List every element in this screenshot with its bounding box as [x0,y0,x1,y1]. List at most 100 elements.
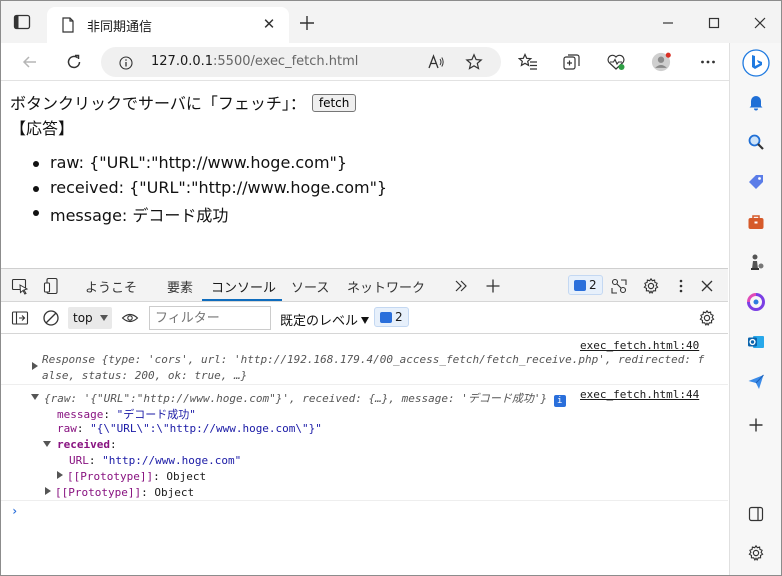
page-content: ボタンクリックでサーバに「フェッチ」： fetch 【応答】 raw: {"URL… [1,81,728,268]
address-bar[interactable]: 127.0.0.1:5500/exec_fetch.html [101,47,501,77]
divider [1,500,728,501]
info-icon: i [553,395,566,407]
bing-copilot-icon[interactable] [742,49,770,77]
search-icon[interactable] [746,132,766,152]
reload-icon[interactable] [63,51,85,73]
browser-window: 非同期通信 ✕ 127.0.0.1:5500/exec_fetch.html ボ… [0,0,782,576]
add-sidebar-app-icon[interactable] [746,415,766,435]
tab-actions-icon[interactable] [13,13,31,31]
sidebar-toggle-icon[interactable] [11,309,29,327]
property-key: [[Prototype]] [67,470,154,483]
tab-network[interactable]: ネットワーク [347,277,425,296]
list-item: message: デコード成功 [31,202,387,227]
edge-sidebar [729,43,781,575]
expand-triangle-icon[interactable] [57,471,63,479]
property-key: message [57,408,104,421]
close-devtools-icon[interactable] [698,277,716,295]
property-key: URL [69,454,89,467]
tab-sources[interactable]: ソース [291,277,329,296]
devtools-panel: ようこそ 要素 コンソール ソース ネットワーク 2 top フィルター 既定の… [1,268,728,575]
console-settings-icon[interactable] [698,309,716,327]
log-level-label: 既定のレベル [280,314,359,329]
tab-console[interactable]: コンソール [211,277,276,296]
fetch-button[interactable]: fetch [311,94,357,112]
minimize-icon[interactable] [645,9,691,37]
favorites-icon[interactable] [518,52,538,72]
expand-triangle-icon[interactable] [45,487,51,495]
list-item: received: {"URL":"http://www.hoge.com"} [31,178,387,203]
expand-triangle-icon[interactable] [32,362,38,370]
microsoft-365-icon[interactable] [746,292,766,312]
property-row: URL: "http://www.hoge.com" [69,454,242,467]
devtools-more-icon[interactable] [672,277,690,295]
list-item: raw: {"URL":"http://www.hoge.com"} [31,153,387,178]
games-chess-icon[interactable] [746,252,766,272]
browser-tab[interactable]: 非同期通信 ✕ [47,7,289,43]
devtools-settings-icon[interactable] [642,277,660,295]
hide-sidebar-icon[interactable] [746,504,766,524]
collapse-triangle-icon[interactable] [31,394,39,400]
tab-elements[interactable]: 要素 [167,277,193,296]
property-value: Object [154,486,195,499]
close-window-icon[interactable] [737,9,781,37]
site-info-icon[interactable] [119,55,133,70]
object-summary-text: {raw: '{"URL":"http://www.hoge.com"}', r… [44,392,548,405]
property-value: Object [166,470,207,483]
profile-avatar-icon[interactable] [651,52,671,72]
device-emulation-icon[interactable] [43,277,61,295]
connection-icon[interactable] [610,277,628,295]
message-count-badge[interactable]: 2 [374,307,409,327]
property-row: received: [57,438,117,451]
property-row: message: "デコード成功" [57,408,196,421]
property-key: [[Prototype]] [55,486,142,499]
devtools-tab-bar: ようこそ 要素 コンソール ソース ネットワーク 2 [1,269,728,302]
collapse-triangle-icon[interactable] [43,441,51,447]
read-aloud-icon[interactable] [427,53,445,71]
settings-gear-icon[interactable] [746,543,766,563]
result-list: raw: {"URL":"http://www.hoge.com"} recei… [31,153,387,227]
send-drop-icon[interactable] [746,372,766,392]
clear-console-icon[interactable] [42,309,60,327]
url-text: 127.0.0.1:5500/exec_fetch.html [151,54,358,69]
property-row: raw: "{\"URL\":\"http://www.hoge.com\"}" [57,422,322,435]
more-tabs-chevron-icon[interactable] [452,277,470,295]
prompt-line: ボタンクリックでサーバに「フェッチ」： fetch [10,90,357,114]
divider [1,384,728,385]
console-prompt-chevron-icon[interactable]: › [11,504,18,518]
outlook-icon[interactable] [746,332,766,352]
issues-badge[interactable]: 2 [568,275,603,295]
property-value: "デコード成功" [116,408,196,421]
add-tab-icon[interactable] [484,277,502,295]
property-row: [[Prototype]]: Object [55,486,195,499]
page-icon [61,17,75,33]
url-path: :5500/exec_fetch.html [213,54,359,69]
url-host: 127.0.0.1 [151,54,214,69]
favorite-star-icon[interactable] [465,53,483,71]
tab-welcome[interactable]: ようこそ [85,277,137,296]
close-tab-icon[interactable]: ✕ [261,16,277,32]
property-value: "http://www.hoge.com" [102,454,242,467]
prompt-text: ボタンクリックでサーバに「フェッチ」： [10,94,306,113]
live-expression-eye-icon[interactable] [121,309,139,327]
back-arrow-icon[interactable] [19,51,41,73]
address-toolbar: 127.0.0.1:5500/exec_fetch.html [1,43,781,81]
more-menu-icon[interactable] [698,52,718,72]
context-value: top [73,311,93,325]
inspect-element-icon[interactable] [11,277,29,295]
console-output: exec_fetch.html:40 Response {type: 'cors… [1,334,728,575]
browser-essentials-icon[interactable] [606,52,626,72]
maximize-icon[interactable] [691,9,737,37]
filter-input[interactable] [149,306,271,330]
new-tab-icon[interactable] [298,14,316,32]
collections-icon[interactable] [562,52,582,72]
console-log-line: Response {type: 'cors', url: 'http://192… [42,353,705,366]
log-level-select[interactable]: 既定のレベル [280,310,370,329]
response-heading: 【応答】 [10,119,75,138]
source-link[interactable]: exec_fetch.html:44 [580,388,699,401]
source-link[interactable]: exec_fetch.html:40 [580,339,699,352]
notification-bell-icon[interactable] [746,92,766,112]
message-count: 2 [395,310,403,324]
tools-briefcase-icon[interactable] [746,212,766,232]
shopping-tag-icon[interactable] [746,172,766,192]
context-select[interactable]: top [68,307,112,329]
